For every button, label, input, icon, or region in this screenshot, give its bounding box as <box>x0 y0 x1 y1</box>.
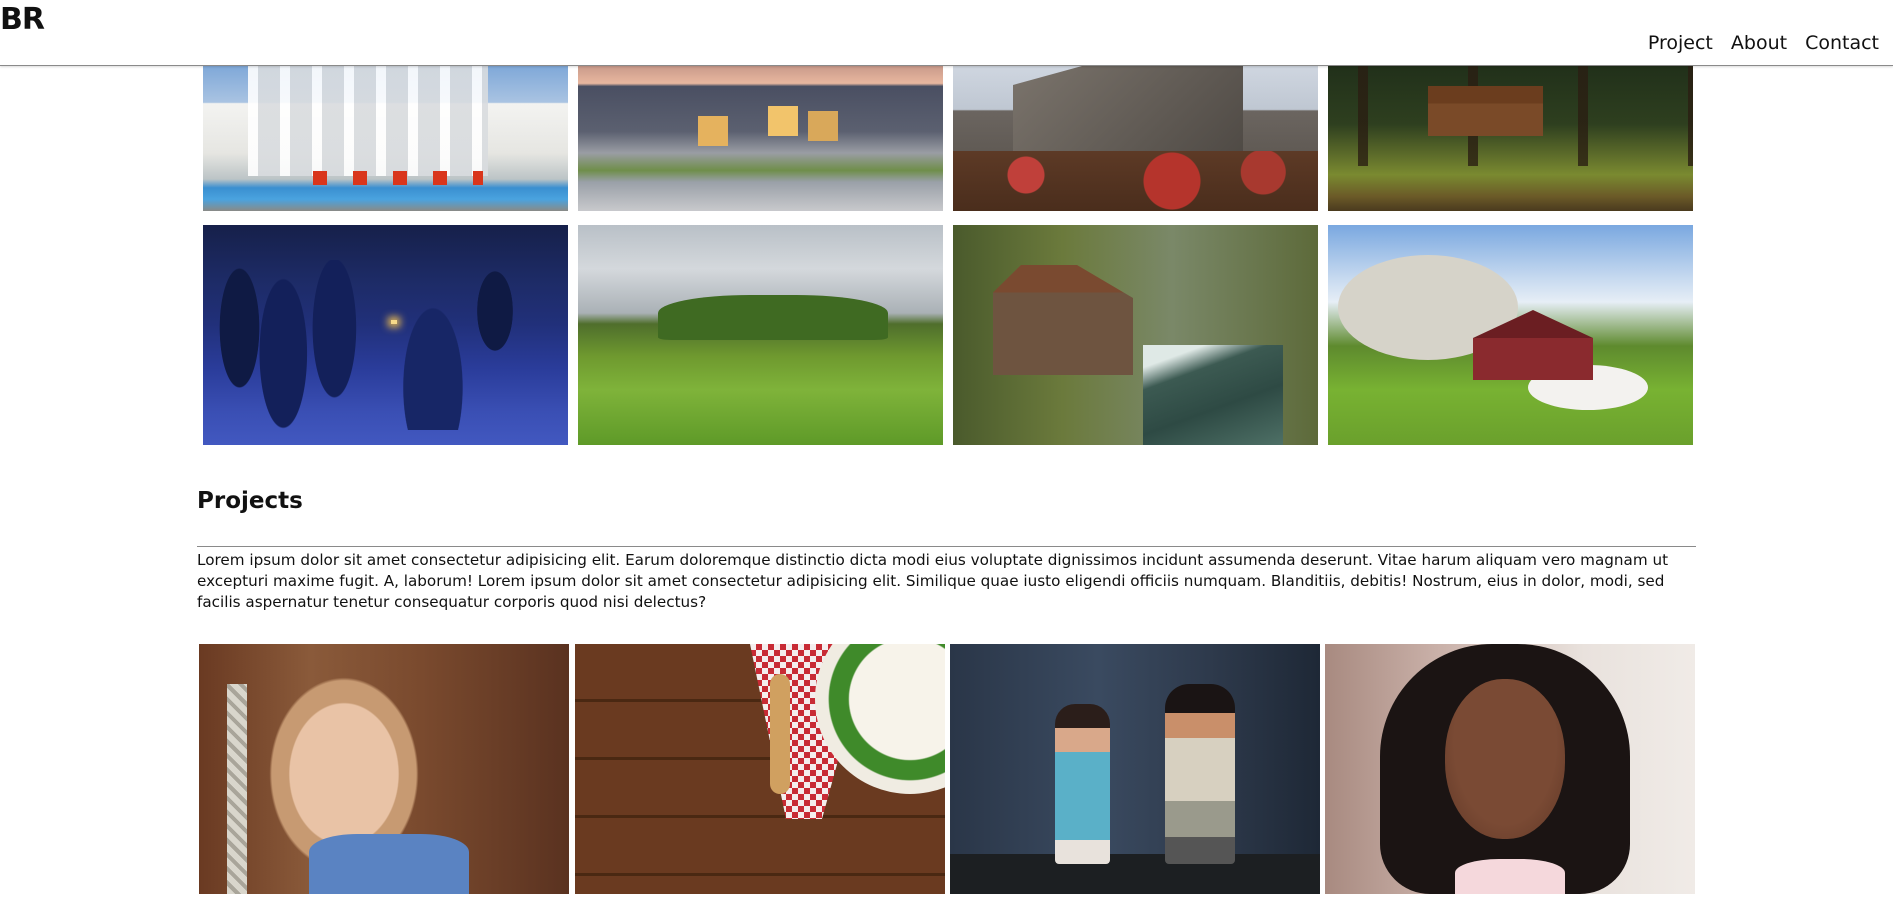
nav-link-about[interactable]: About <box>1729 32 1789 54</box>
section-paragraph: Lorem ipsum dolor sit amet consectetur a… <box>197 551 1669 611</box>
site-header: BR Project About Contact <box>0 0 1893 66</box>
nav-link-project[interactable]: Project <box>1646 32 1715 54</box>
site-logo[interactable]: BR <box>0 2 45 37</box>
section-divider <box>197 546 1696 547</box>
gallery-image-red-cottage <box>1328 225 1693 445</box>
gallery-image-girl <box>199 644 569 894</box>
gallery-image-snowy-cabin <box>203 225 568 445</box>
gallery-image-turf-house <box>578 225 943 445</box>
nav-link-contact[interactable]: Contact <box>1803 32 1881 54</box>
gallery-image-forest-cabin <box>1328 66 1693 211</box>
main-nav: Project About Contact <box>1646 32 1881 54</box>
gallery-image-white-villa <box>203 66 568 211</box>
gallery-image-woman <box>1325 644 1695 894</box>
gallery-image-suburban-house <box>578 66 943 211</box>
gallery-image-salad <box>575 644 945 894</box>
gallery-image-children <box>950 644 1320 894</box>
gallery-image-stone-mansion <box>953 66 1318 211</box>
gallery-image-watermill <box>953 225 1318 445</box>
section-title: Projects <box>197 488 303 514</box>
